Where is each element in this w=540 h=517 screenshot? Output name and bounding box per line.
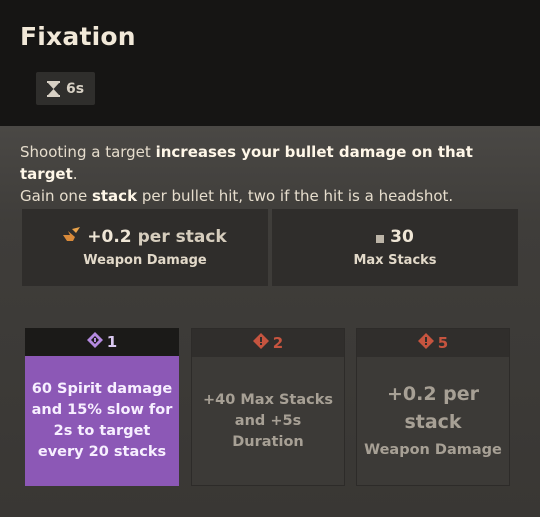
ability-description: Shooting a target increases your bullet … bbox=[20, 141, 525, 207]
tier-description: 60 Spirit damage and 15% slow for 2s to … bbox=[31, 381, 173, 460]
locked-diamond-icon bbox=[417, 333, 434, 353]
tier-number: 1 bbox=[106, 333, 118, 351]
tier-value-unit: stack bbox=[404, 411, 462, 433]
tier-number: 5 bbox=[437, 334, 449, 352]
desc-text: . bbox=[72, 165, 78, 183]
locked-diamond-icon bbox=[252, 333, 269, 353]
tier-header: 5 bbox=[357, 329, 509, 357]
square-bullet-icon bbox=[376, 228, 385, 247]
stat-value: +0.2 bbox=[87, 227, 132, 247]
tier-description: +0.2 per stack Weapon Damage bbox=[357, 357, 509, 485]
ability-tooltip: Fixation 6s Shooting a target increases … bbox=[0, 0, 540, 517]
weapon-damage-icon bbox=[63, 227, 81, 247]
stat-max-stacks: 30 Max Stacks bbox=[272, 209, 518, 286]
stat-label: Weapon Damage bbox=[83, 253, 207, 268]
tooltip-header: Fixation 6s bbox=[0, 0, 540, 126]
desc-text: Shooting a target bbox=[20, 143, 156, 161]
desc-text: per bullet hit, two if the hit is a head… bbox=[137, 187, 454, 205]
hourglass-icon bbox=[46, 80, 60, 97]
upgrade-tier-5[interactable]: 5 +0.2 per stack Weapon Damage bbox=[356, 328, 510, 486]
tier-header: 1 bbox=[25, 328, 179, 356]
tier-number: 2 bbox=[272, 334, 284, 352]
ability-title: Fixation bbox=[20, 22, 136, 51]
stat-unit: per stack bbox=[137, 227, 227, 247]
tier-value: +0.2 per bbox=[386, 383, 480, 405]
stat-value: 30 bbox=[390, 227, 414, 247]
stat-label: Max Stacks bbox=[353, 253, 437, 268]
spirit-diamond-icon bbox=[86, 332, 103, 352]
cooldown-value: 6s bbox=[65, 80, 85, 97]
upgrade-tier-1[interactable]: 1 60 Spirit damage and 15% slow for 2s t… bbox=[25, 328, 179, 486]
cooldown-badge: 6s bbox=[36, 72, 95, 105]
desc-text: Gain one bbox=[20, 187, 92, 205]
tier-header: 2 bbox=[192, 329, 344, 357]
stat-weapon-damage: +0.2 per stack Weapon Damage bbox=[22, 209, 268, 286]
tier-stat-label: Weapon Damage bbox=[364, 442, 502, 458]
tier-description: +40 Max Stacks and +5s Duration bbox=[202, 391, 334, 450]
desc-emphasis: stack bbox=[91, 187, 138, 205]
upgrade-tier-2[interactable]: 2 +40 Max Stacks and +5s Duration bbox=[191, 328, 345, 486]
